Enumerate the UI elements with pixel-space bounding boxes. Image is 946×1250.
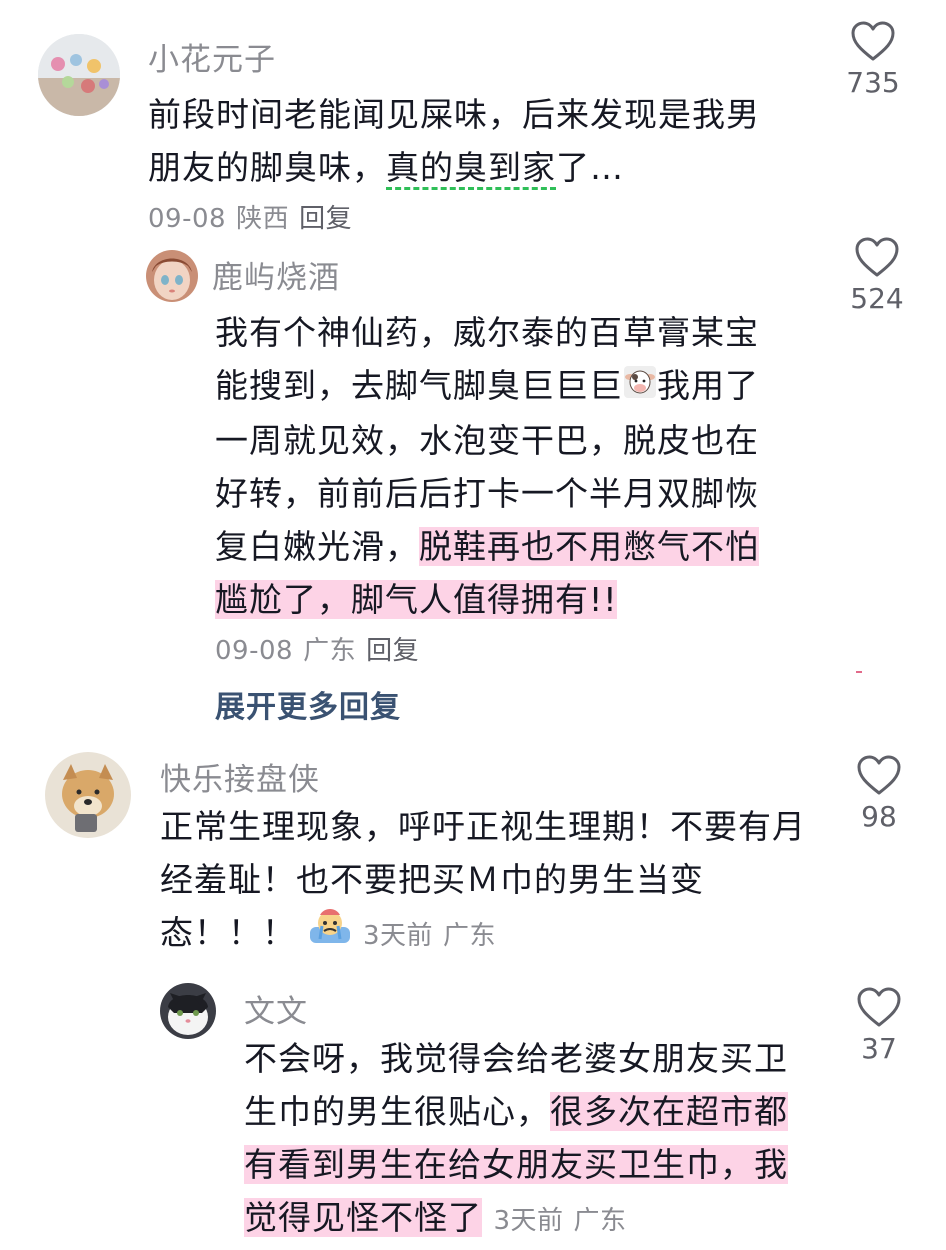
comment-text: 正常生理现象，呼吁正视生理期！不要有月经羞耻！也不要把买Ｍ巾的男生当变态！！！ … [160, 800, 820, 963]
comment-text-tail: 了… [556, 148, 624, 187]
heart-icon [857, 755, 901, 795]
divider-mark [856, 671, 862, 673]
reply-text: 我有个神仙药，威尔泰的百草膏某宝能搜到，去脚气脚臭巨巨巨 我用了一周就见效，水泡变… [215, 306, 785, 626]
search-keyword-link[interactable]: 真的臭到家 [386, 148, 556, 190]
like-count: 98 [861, 800, 897, 833]
comment-date: 09-08 [148, 204, 227, 234]
like-button[interactable]: 524 [832, 236, 922, 315]
comment-username[interactable]: 小花元子 [148, 34, 276, 79]
expand-more-replies-button[interactable]: 展开更多回复 [215, 682, 401, 726]
comment-location: 广东 [443, 921, 497, 951]
comment-username[interactable]: 快乐接盘侠 [160, 754, 320, 799]
reply-meta: 3天前 广东 [494, 1206, 637, 1236]
reply-username[interactable]: 鹿屿烧酒 [212, 252, 340, 297]
comment-meta: 3天前 广东 [363, 921, 506, 951]
comment-location: 陕西 [236, 204, 290, 234]
comment-time: 3天前 [363, 921, 434, 951]
reply-button[interactable]: 回复 [299, 204, 352, 234]
reply-meta: 09-08 广东 回复 [215, 630, 429, 667]
like-button[interactable]: 98 [834, 754, 924, 833]
heart-icon [857, 987, 901, 1027]
avatar[interactable] [45, 752, 131, 838]
avatar[interactable] [38, 34, 120, 116]
cow-face-icon [623, 361, 657, 414]
like-count: 735 [846, 66, 900, 99]
reply-time: 3天前 [493, 1206, 564, 1236]
avatar[interactable] [160, 983, 216, 1039]
reply-location: 广东 [573, 1206, 627, 1236]
reply-location: 广东 [303, 636, 357, 666]
comment-meta: 09-08 陕西 回复 [148, 198, 362, 235]
heart-icon [851, 21, 895, 61]
like-button[interactable]: 37 [834, 986, 924, 1065]
reply-username[interactable]: 文文 [244, 986, 308, 1031]
like-count: 37 [861, 1032, 897, 1065]
like-button[interactable]: 735 [828, 20, 918, 99]
crying-face-icon [308, 907, 352, 962]
like-count: 524 [850, 282, 904, 315]
reply-text: 不会呀，我觉得会给老婆女朋友买卫生巾的男生很贴心，很多次在超市都有看到男生在给女… [244, 1032, 804, 1248]
avatar[interactable] [146, 250, 198, 302]
heart-icon [855, 237, 899, 277]
comment-text: 前段时间老能闻见屎味，后来发现是我男朋友的脚臭味，真的臭到家了… [148, 88, 788, 194]
reply-button[interactable]: 回复 [366, 636, 419, 666]
reply-date: 09-08 [215, 636, 294, 666]
